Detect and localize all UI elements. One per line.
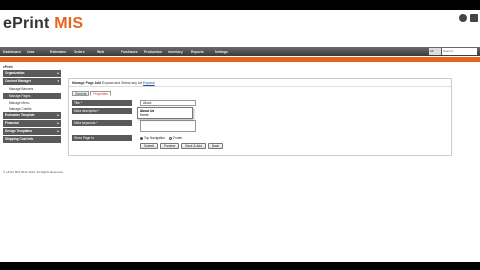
form-buttons: Submit Preview Save & Add Back	[140, 143, 224, 149]
tab-general[interactable]: General	[72, 91, 90, 96]
radio-checked-icon	[140, 136, 143, 140]
sidebar-group-label: Design Templates	[5, 129, 33, 133]
page-heading: Manage Page Add	[72, 81, 102, 85]
logo-part-2: MIS	[49, 15, 84, 32]
search-box: All Search...	[429, 48, 477, 55]
chevron-right-icon: ▸	[57, 71, 59, 75]
sidebar-group-shipping-cost-info[interactable]: Shipping Cost Info	[3, 136, 61, 143]
nav-item[interactable]: Orders	[74, 50, 98, 54]
sidebar-group-label: Estimates Template	[5, 113, 35, 117]
search-scope-select[interactable]: All	[429, 48, 441, 55]
title-input[interactable]: About	[140, 100, 196, 106]
chevron-right-icon: ▸	[57, 113, 59, 117]
meta-description-row: Meta description *	[72, 108, 452, 116]
nav-item[interactable]: Production	[144, 50, 168, 54]
nav-item[interactable]: Web	[97, 50, 121, 54]
main-navbar: Dashboard Jobs Estimates Orders Web Purc…	[0, 47, 480, 56]
show-page-radio-group: Top Navigation Footer	[140, 135, 182, 141]
app-logo[interactable]: ePrint MIS	[3, 15, 83, 33]
sidebar-group-design-templates[interactable]: Design Templates ▸	[3, 128, 61, 135]
sidebar-item-manage-pages[interactable]: Manage Pages	[3, 93, 61, 99]
logo-part-1: ePrint	[3, 15, 50, 32]
tab-properties[interactable]: Properties	[90, 91, 111, 96]
sidebar-group-label: Shipping Cost Info	[5, 137, 34, 141]
sidebar: ePrint Organization ▸ Content Manager ▾ Ma…	[3, 64, 61, 144]
radio-label: Top Navigation	[144, 136, 166, 140]
nav-item[interactable]: Reports	[191, 50, 215, 54]
nav-item[interactable]: Estimates	[50, 50, 74, 54]
expand-link[interactable]: Expand	[143, 81, 155, 85]
radio-label: Footer	[173, 136, 183, 140]
page-title: Manage Page Add Expand and Select any Ur…	[69, 79, 451, 87]
sidebar-group-organization[interactable]: Organization ▸	[3, 70, 61, 77]
title-row: Title * About	[72, 100, 452, 108]
nav-item[interactable]: Settings	[215, 50, 239, 54]
radio-top-navigation[interactable]: Top Navigation	[140, 135, 165, 141]
top-icons	[459, 14, 478, 22]
sidebar-item-manage-banners[interactable]: Manage Banners	[3, 86, 61, 92]
meta-keywords-label: Meta keywords *	[72, 120, 132, 126]
sidebar-group-financial[interactable]: Financial ▸	[3, 120, 61, 127]
footer-copyright: © ePrint MIS 2011-2014. All Rights Reser…	[3, 170, 63, 174]
back-button[interactable]: Back	[207, 143, 224, 149]
nav-item[interactable]: Inventory	[168, 50, 192, 54]
sidebar-group-content-manager[interactable]: Content Manager ▾	[3, 78, 61, 85]
submit-button[interactable]: Submit	[140, 143, 158, 149]
nav-item[interactable]: Jobs	[27, 50, 51, 54]
radio-unchecked-icon	[169, 136, 173, 140]
chevron-right-icon: ▸	[57, 129, 59, 133]
title-autocomplete-dropdown[interactable]: About Us Home	[137, 107, 193, 119]
dropdown-option[interactable]: Home	[140, 113, 190, 117]
heading-note: Expand and Select any Url	[102, 81, 143, 85]
user-icon[interactable]	[470, 14, 478, 22]
breadcrumb-bar: Home » Content Manager » Manage Pages » …	[0, 57, 480, 71]
nav-item[interactable]: Purchases	[121, 50, 145, 54]
settings-icon[interactable]	[459, 14, 467, 22]
sidebar-group-estimates-template[interactable]: Estimates Template ▸	[3, 112, 61, 119]
radio-footer[interactable]: Footer	[169, 135, 182, 141]
chevron-right-icon: ▸	[57, 121, 59, 125]
meta-keywords-textarea[interactable]	[140, 120, 196, 132]
meta-keywords-row: Meta keywords *	[72, 120, 452, 132]
search-input[interactable]: Search...	[442, 48, 477, 55]
show-page-in-label: Show Page In	[72, 135, 132, 141]
nav-item[interactable]: Dashboard	[3, 50, 27, 54]
preview-button[interactable]: Preview	[159, 143, 180, 149]
sidebar-group-label: Content Manager	[5, 79, 32, 83]
form-tabs: General Properties	[72, 91, 111, 96]
save-and-add-button[interactable]: Save & Add	[181, 143, 206, 149]
chevron-down-icon: ▾	[57, 79, 59, 83]
show-page-in-row: Show Page In Top Navigation Footer	[72, 135, 452, 143]
sidebar-group-label: Organization	[5, 71, 25, 75]
app-page: ePrint MIS Dashboard Jobs Estimates Orde…	[0, 10, 480, 262]
meta-description-label: Meta description *	[72, 108, 132, 114]
sidebar-group-label: Financial	[5, 121, 19, 125]
title-label: Title *	[72, 100, 132, 106]
page-form-panel: Manage Page Add Expand and Select any Ur…	[68, 78, 452, 156]
